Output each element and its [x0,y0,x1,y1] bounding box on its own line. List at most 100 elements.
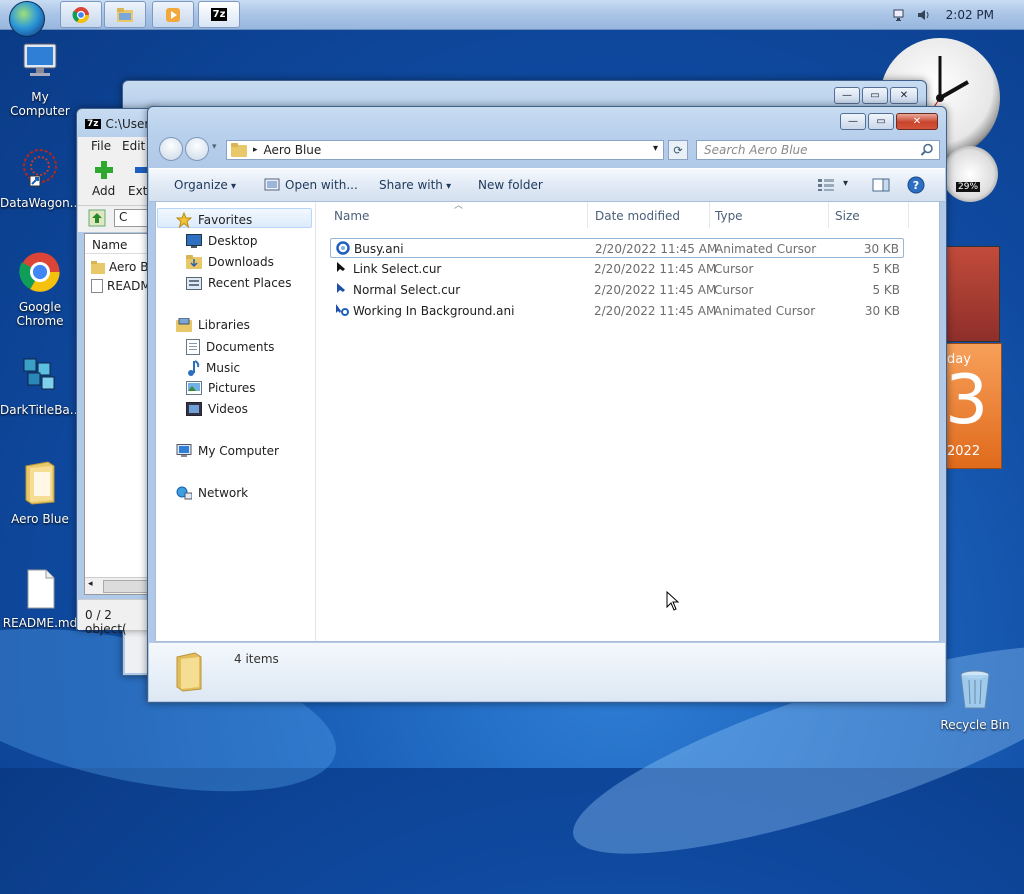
recent-pages-chevron-icon[interactable]: ▾ [212,142,217,152]
chrome-icon [19,252,60,292]
share-with-button[interactable]: Share with [379,178,451,192]
volume-icon[interactable] [916,7,932,23]
refresh-button[interactable]: ⟳ [668,140,688,160]
nav-item-favorites[interactable]: Favorites [176,212,252,228]
new-folder-button[interactable]: New folder [478,178,543,192]
caption-buttons: — ▭ ✕ [834,87,918,104]
busy-cursor-icon [336,241,350,255]
add-button[interactable]: Add [92,159,115,198]
desktop-icon-aero-blue[interactable]: Aero Blue [0,458,80,526]
forward-button[interactable] [185,137,209,161]
start-button[interactable] [9,1,45,37]
7zip-menubar: File Edit [78,137,155,155]
preview-pane-icon[interactable] [872,178,890,192]
folder-icon [25,461,55,505]
desktop-icon-darktitlebar[interactable]: DarkTitleBa... [0,353,82,417]
column-header-date[interactable]: Date modified [595,209,680,223]
taskbar-7zip-button[interactable]: 7z [198,1,240,28]
nav-item-recent-places[interactable]: Recent Places [186,276,291,290]
list-item-label: Aero Bl [109,260,152,274]
taskbar-media-button[interactable] [152,1,194,28]
nav-item-libraries[interactable]: Libraries [176,318,250,332]
network-icon[interactable] [892,7,908,23]
nav-item-desktop[interactable]: Desktop [186,234,258,248]
view-options-icon[interactable] [818,179,834,191]
nav-item-network[interactable]: Network [176,486,248,500]
details-pane: 4 items [149,642,945,701]
nav-item-videos[interactable]: Videos [186,402,248,416]
nav-label: Libraries [198,318,250,332]
maximize-button[interactable]: ▭ [868,113,894,130]
address-bar[interactable]: ▸ Aero Blue ▾ [226,140,664,160]
nav-item-music[interactable]: Music [186,360,240,376]
computer-icon [23,43,57,76]
file-row[interactable]: Link Select.cur 2/20/2022 11:45 AM Curso… [330,259,904,279]
file-row[interactable]: Working In Background.ani 2/20/2022 11:4… [330,301,904,321]
view-dropdown-icon[interactable]: ▾ [843,178,848,189]
search-input[interactable]: Search Aero Blue [696,140,940,160]
column-divider[interactable] [709,202,710,228]
maximize-button[interactable]: ▭ [862,87,888,104]
column-header-size[interactable]: Size [835,209,860,223]
file-list[interactable]: ︿ Name Date modified Type Size Busy.ani … [316,201,939,641]
desktop-icon-my-computer[interactable]: My Computer [0,40,80,118]
breadcrumb[interactable]: Aero Blue [264,143,322,157]
column-divider[interactable] [908,202,909,228]
list-item[interactable]: READM [91,279,151,293]
close-button[interactable]: ✕ [890,87,918,104]
file-type: Animated Cursor [715,242,817,256]
cpu-meter-gadget[interactable]: 29% [942,146,998,202]
scroll-left-icon[interactable]: ◂ [88,579,93,589]
nav-item-my-computer[interactable]: My Computer [176,444,279,458]
desktop-icon-label: DarkTitleBa... [0,403,82,417]
minimize-button[interactable]: — [840,113,866,130]
calendar-gadget[interactable]: day 3 2022 [944,343,1002,469]
taskbar-explorer-button[interactable] [104,1,146,28]
desktop-icon-datawagon[interactable]: DataWagon... [0,146,81,210]
column-header-type[interactable]: Type [715,209,743,223]
desktop-icon-recycle-bin[interactable]: Recycle Bin [935,668,1015,732]
taskbar-chrome-button[interactable] [60,1,102,28]
breadcrumb-arrow-icon[interactable]: ▸ [253,145,258,155]
registry-icon [23,358,55,390]
desktop-icon-readme[interactable]: README.md [0,566,80,630]
minimize-button[interactable]: — [834,87,860,104]
menu-edit[interactable]: Edit [122,139,145,153]
file-row[interactable]: Busy.ani 2/20/2022 11:45 AM Animated Cur… [330,238,904,258]
horizontal-scrollbar[interactable]: ◂ [85,577,165,594]
computer-icon [176,444,192,457]
pictures-icon [186,381,202,395]
close-button[interactable]: ✕ [896,113,938,130]
7zip-window[interactable]: 7z C:\Users File Edit Add Extr C Name Ae… [76,108,165,636]
file-type: Cursor [714,262,754,276]
back-button[interactable] [159,137,183,161]
navigation-pane[interactable]: Favorites Desktop Downloads Recent Place… [156,202,316,641]
column-header-name[interactable]: Name [85,234,154,254]
column-divider[interactable] [828,202,829,228]
nav-item-downloads[interactable]: Downloads [186,255,274,269]
working-in-background-cursor-icon [336,304,349,316]
desktop-icon-label: Recycle Bin [940,718,1010,732]
explorer-window[interactable]: — ▭ ✕ ▾ ▸ Aero Blue ▾ ⟳ Search Aero Blue… [147,106,947,703]
menu-file[interactable]: File [91,139,111,153]
open-with-button[interactable]: Open with... [285,178,358,192]
search-icon[interactable] [920,143,934,157]
refresh-icon: ⟳ [673,143,683,157]
list-item[interactable]: Aero Bl [91,260,152,274]
file-row[interactable]: Normal Select.cur 2/20/2022 11:45 AM Cur… [330,280,904,300]
slideshow-gadget[interactable] [944,246,1000,342]
column-header-name[interactable]: Name [334,209,369,223]
taskbar-clock[interactable]: 2:02 PM [946,8,994,22]
up-folder-icon[interactable] [88,209,106,227]
organize-button[interactable]: Organize [174,178,236,192]
column-divider[interactable] [587,202,588,228]
help-icon[interactable]: ? [907,176,925,194]
search-placeholder: Search Aero Blue [704,143,808,157]
document-icon [27,569,55,609]
nav-item-documents[interactable]: Documents [186,339,274,355]
desktop-icon-google-chrome[interactable]: Google Chrome [0,250,80,328]
nav-item-pictures[interactable]: Pictures [186,381,256,395]
7zip-file-list[interactable]: Name Aero Bl READM ◂ [84,233,165,595]
address-dropdown-icon[interactable]: ▾ [653,143,658,154]
folder-icon [91,260,105,274]
